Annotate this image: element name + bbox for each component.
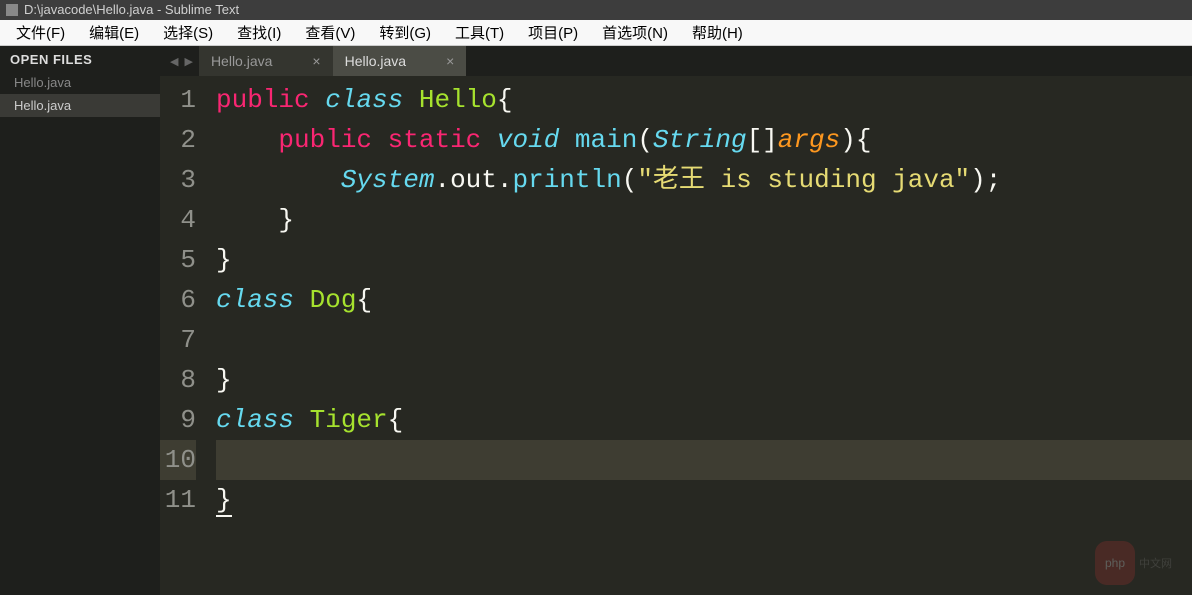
watermark: php 中文网 [1095,540,1172,585]
tab-label: Hello.java [211,53,272,69]
tab-row: ◀ ▶ Hello.java × Hello.java × [160,46,1192,76]
gutter: 1234567891011 [160,76,208,595]
code-line[interactable] [216,320,1192,360]
open-file-item[interactable]: Hello.java [0,94,160,117]
tab-label: Hello.java [345,53,406,69]
close-icon[interactable]: × [446,53,454,69]
editor-tab[interactable]: Hello.java × [333,46,467,76]
menu-item[interactable]: 编辑(E) [77,19,151,46]
nav-next-icon[interactable]: ▶ [184,55,192,68]
menu-item[interactable]: 帮助(H) [680,19,755,46]
line-number: 1 [160,80,196,120]
app-icon [6,4,18,16]
window-title: D:\javacode\Hello.java - Sublime Text [24,2,239,17]
workspace: OPEN FILES Hello.javaHello.java ◀ ▶ Hell… [0,46,1192,595]
line-number: 11 [160,480,196,520]
line-number: 3 [160,160,196,200]
menu-item[interactable]: 文件(F) [4,19,77,46]
line-number: 2 [160,120,196,160]
menu-item[interactable]: 项目(P) [516,19,590,46]
code-line[interactable]: public static void main(String[]args){ [216,120,1192,160]
tab-nav-arrows[interactable]: ◀ ▶ [164,55,199,68]
menu-item[interactable]: 工具(T) [443,19,516,46]
line-number: 8 [160,360,196,400]
code-area[interactable]: 1234567891011 public class Hello{ public… [160,76,1192,595]
code-line[interactable] [216,440,1192,480]
code-line[interactable]: } [216,240,1192,280]
title-bar: D:\javacode\Hello.java - Sublime Text [0,0,1192,20]
line-number: 7 [160,320,196,360]
code-line[interactable]: class Tiger{ [216,400,1192,440]
sidebar: OPEN FILES Hello.javaHello.java [0,46,160,595]
line-number: 10 [160,440,196,480]
code-line[interactable]: System.out.println("老王 is studing java")… [216,160,1192,200]
editor-tab[interactable]: Hello.java × [199,46,333,76]
menu-item[interactable]: 选择(S) [151,19,225,46]
watermark-text: 中文网 [1139,559,1172,571]
line-number: 6 [160,280,196,320]
line-number: 4 [160,200,196,240]
menu-bar: 文件(F)编辑(E)选择(S)查找(I)查看(V)转到(G)工具(T)项目(P)… [0,20,1192,46]
line-number: 9 [160,400,196,440]
code-line[interactable]: public class Hello{ [216,80,1192,120]
line-number: 5 [160,240,196,280]
code-line[interactable]: class Dog{ [216,280,1192,320]
code-line[interactable]: } [216,480,1192,520]
menu-item[interactable]: 查找(I) [225,19,293,46]
close-icon[interactable]: × [312,53,320,69]
menu-item[interactable]: 转到(G) [367,19,443,46]
code-line[interactable]: } [216,200,1192,240]
open-file-item[interactable]: Hello.java [0,71,160,94]
sidebar-header: OPEN FILES [0,46,160,71]
watermark-badge: php [1095,541,1135,585]
nav-prev-icon[interactable]: ◀ [170,55,178,68]
code-content[interactable]: public class Hello{ public static void m… [208,76,1192,595]
menu-item[interactable]: 首选项(N) [590,19,680,46]
code-line[interactable]: } [216,360,1192,400]
editor-area: ◀ ▶ Hello.java × Hello.java × 1234567891011… [160,46,1192,595]
menu-item[interactable]: 查看(V) [293,19,367,46]
